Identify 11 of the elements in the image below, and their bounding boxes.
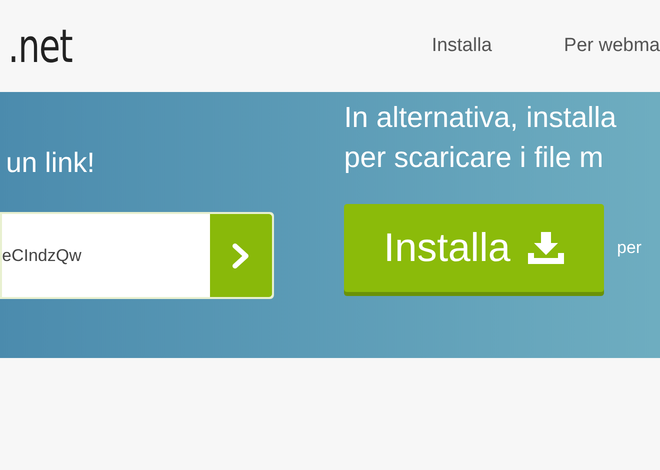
heading: In alternativa, installa [344, 101, 618, 136]
chevron-right-icon [231, 242, 251, 268]
nav-link[interactable]: Installa [432, 32, 492, 60]
submit-button[interactable] [210, 214, 272, 297]
heading: per scaricare i file m [344, 141, 604, 176]
nav-link[interactable]: Per webma [564, 32, 660, 60]
download-icon [528, 232, 564, 264]
logo[interactable]: .net [8, 23, 72, 69]
url-field[interactable]: eCIndzQw [0, 212, 274, 299]
heading: un link! [6, 146, 96, 180]
side-text: per [617, 237, 642, 260]
